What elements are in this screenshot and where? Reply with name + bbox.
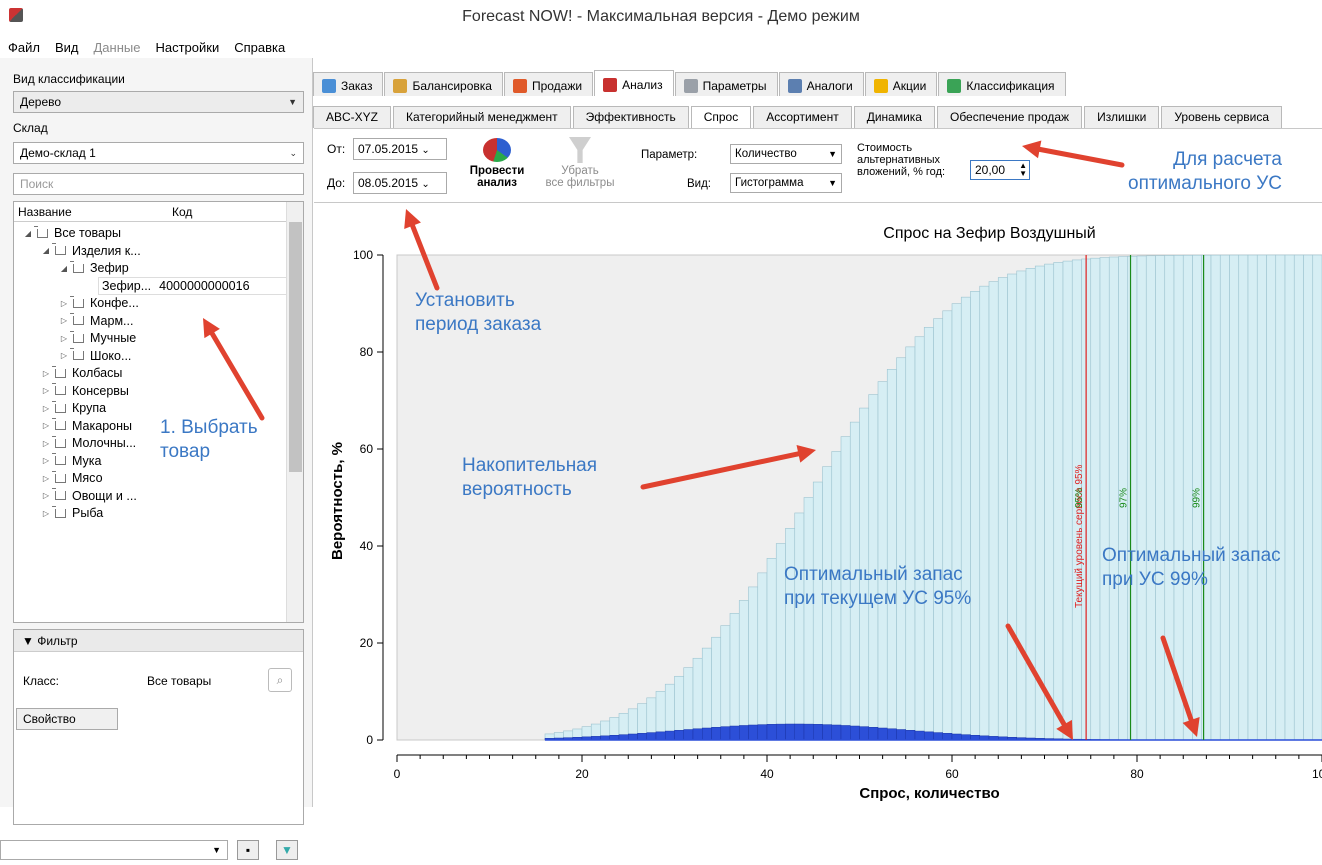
annotation-arrow bbox=[643, 454, 798, 487]
annotation-opt-current: Оптимальный запас при текущем УС 95% bbox=[784, 563, 971, 611]
save-icon[interactable]: ▪ bbox=[237, 840, 259, 860]
annotation-cumulative: Накопительная вероятность bbox=[462, 454, 597, 502]
preset-select[interactable]: ▼ bbox=[0, 840, 228, 860]
arrow-head bbox=[797, 445, 816, 463]
annotation-for-calc: Для расчета оптимального УС bbox=[1128, 148, 1282, 196]
annotation-opt-99: Оптимальный запас при УС 99% bbox=[1102, 544, 1281, 592]
annotation-arrows bbox=[0, 0, 1322, 807]
annotation-set-period: Установить период заказа bbox=[415, 289, 541, 337]
annotation-arrow bbox=[1008, 626, 1064, 724]
annotation-select-product: 1. Выбрать товар bbox=[160, 416, 258, 464]
arrow-head bbox=[1183, 717, 1200, 737]
arrow-head bbox=[1022, 141, 1041, 159]
annotation-arrow bbox=[1040, 149, 1122, 165]
annotation-arrow bbox=[212, 334, 262, 418]
bottom-bar: ▼ ▪ ▼ bbox=[0, 837, 313, 865]
annotation-arrow bbox=[1163, 638, 1191, 720]
annotation-arrow bbox=[413, 226, 437, 288]
filter-settings-icon[interactable]: ▼ bbox=[276, 840, 298, 860]
